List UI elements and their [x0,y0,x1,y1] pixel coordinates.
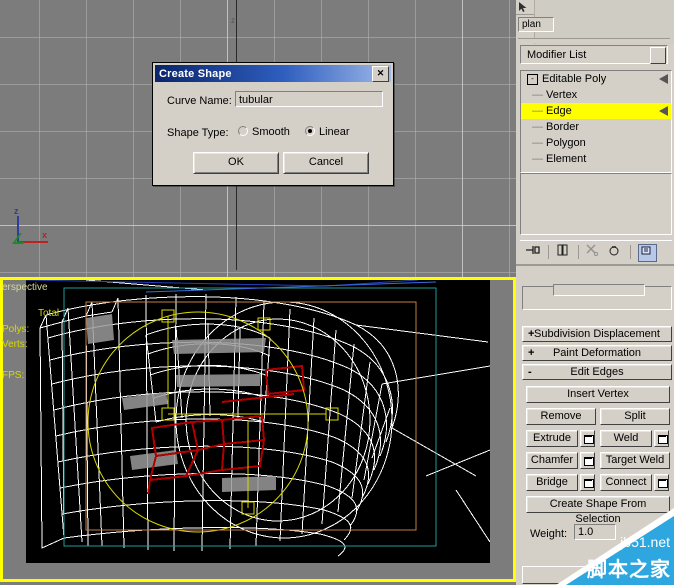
extrude-button[interactable]: Extrude [526,430,578,447]
select-arrow-icon[interactable] [518,2,530,12]
stack-item-label: Editable Poly [542,73,606,85]
rollout-label: Paint Deformation [553,347,641,359]
clipped-rollout-inner [553,284,645,296]
dialog-title-text: Create Shape [155,68,232,80]
show-end-result-icon[interactable] [554,244,571,260]
target-weld-button[interactable]: Target Weld [600,452,670,469]
curve-name-input[interactable]: tubular [235,91,383,107]
stack-item-label: Element [546,153,586,165]
radio-linear[interactable] [305,126,315,136]
stack-item-element[interactable]: —Element [521,151,671,167]
rollout-subdivision-displacement[interactable]: +Subdivision Displacement [522,326,672,342]
stack-item-border[interactable]: —Border [521,119,671,135]
axis-tripod-gizmo: z x [8,208,60,254]
panel-divider [516,264,674,266]
active-viewport-border [0,277,516,582]
collapse-icon: - [528,365,532,379]
stack-item-label: Edge [546,105,572,117]
panel-separator [518,38,670,43]
stack-item-editable-poly[interactable]: -Editable Poly [521,71,671,87]
stat-total-label: Total [38,308,59,319]
configure-sets-icon[interactable] [638,244,657,262]
z-axis-label: z [231,16,235,25]
remove-modifier-icon[interactable] [606,244,623,260]
pin-stack-icon[interactable] [524,244,541,260]
toolbar-divider [548,245,549,259]
rollout-label: Subdivision Displacement [534,328,660,340]
insert-vertex-button[interactable]: Insert Vertex [526,386,670,403]
chamfer-button[interactable]: Chamfer [526,452,578,469]
axis-z-text: z [14,206,19,216]
tree-branch-icon: — [532,135,546,151]
modifier-stack-toolbar[interactable] [520,240,672,263]
stack-item-polygon[interactable]: —Polygon [521,135,671,151]
rollout-label: Edit Edges [570,366,623,378]
make-unique-icon[interactable] [584,244,601,260]
modifier-stack-list[interactable]: -Editable Poly —Vertex —Edge —Border —Po… [520,70,672,173]
dialog-body: Curve Name: tubular Shape Type: Smooth L… [153,82,393,185]
chevron-down-icon[interactable] [650,47,666,64]
stack-item-label: Vertex [546,89,577,101]
viewport-name-label[interactable]: erspective [2,282,48,293]
perspective-viewport[interactable]: erspective Total Polys: Verts: FPS: [0,277,516,585]
stack-pointer-icon [659,106,668,116]
stack-item-label: Border [546,121,579,133]
expand-icon: + [528,327,534,341]
toolbar-divider [578,245,579,259]
tree-branch-icon: — [532,119,546,135]
radio-smooth-label[interactable]: Smooth [252,126,290,138]
radio-smooth[interactable] [238,126,248,136]
chamfer-settings-icon[interactable] [580,452,595,469]
weld-settings-icon[interactable] [654,430,669,447]
bridge-button[interactable]: Bridge [526,474,578,491]
ok-button[interactable]: OK [193,152,279,174]
stat-verts-label: Verts: [2,339,28,350]
toolbar-divider [630,245,631,259]
watermark-brand-text: 脚本之家 [587,553,671,582]
stat-fps-label: FPS: [2,370,24,381]
rollout-edit-edges[interactable]: - Edit Edges [522,364,672,380]
object-name-field[interactable]: plan [518,17,554,32]
dialog-titlebar[interactable]: Create Shape ✕ [155,65,391,82]
radio-linear-label[interactable]: Linear [319,126,350,138]
modifier-stack-empty-area [520,173,672,235]
collapse-icon[interactable]: - [527,74,538,85]
stack-pointer-icon [659,74,668,84]
bridge-settings-icon[interactable] [580,474,595,491]
connect-button[interactable]: Connect [600,474,652,491]
connect-settings-icon[interactable] [654,474,669,491]
watermark-overlay: jb51.net 脚本之家 [556,508,674,585]
stack-item-edge[interactable]: —Edge [521,103,671,119]
modifier-list-label: Modifier List [527,49,586,61]
close-icon[interactable]: ✕ [372,66,389,82]
weld-button[interactable]: Weld [600,430,652,447]
stack-item-label: Polygon [546,137,586,149]
stat-polys-label: Polys: [2,324,29,335]
create-shape-dialog[interactable]: Create Shape ✕ Curve Name: tubular Shape… [152,62,394,186]
command-panel[interactable]: plan Modifier List -Editable Poly —Verte… [516,0,674,585]
clipped-rollout-above[interactable] [522,286,672,310]
split-button[interactable]: Split [600,408,670,425]
shape-type-label: Shape Type: [167,127,229,139]
expand-icon: + [528,346,534,360]
curve-name-label: Curve Name: [167,95,232,107]
tree-branch-icon: — [532,151,546,167]
extrude-settings-icon[interactable] [580,430,595,447]
cancel-button[interactable]: Cancel [283,152,369,174]
axis-x-text: x [42,230,47,240]
tree-branch-icon: — [532,87,546,103]
stack-item-vertex[interactable]: —Vertex [521,87,671,103]
remove-button[interactable]: Remove [526,408,596,425]
modifier-list-dropdown[interactable]: Modifier List [520,45,668,64]
watermark-site-text: jb51.net [620,534,670,550]
rollout-paint-deformation[interactable]: + Paint Deformation [522,345,672,361]
tree-branch-icon: — [532,103,546,119]
